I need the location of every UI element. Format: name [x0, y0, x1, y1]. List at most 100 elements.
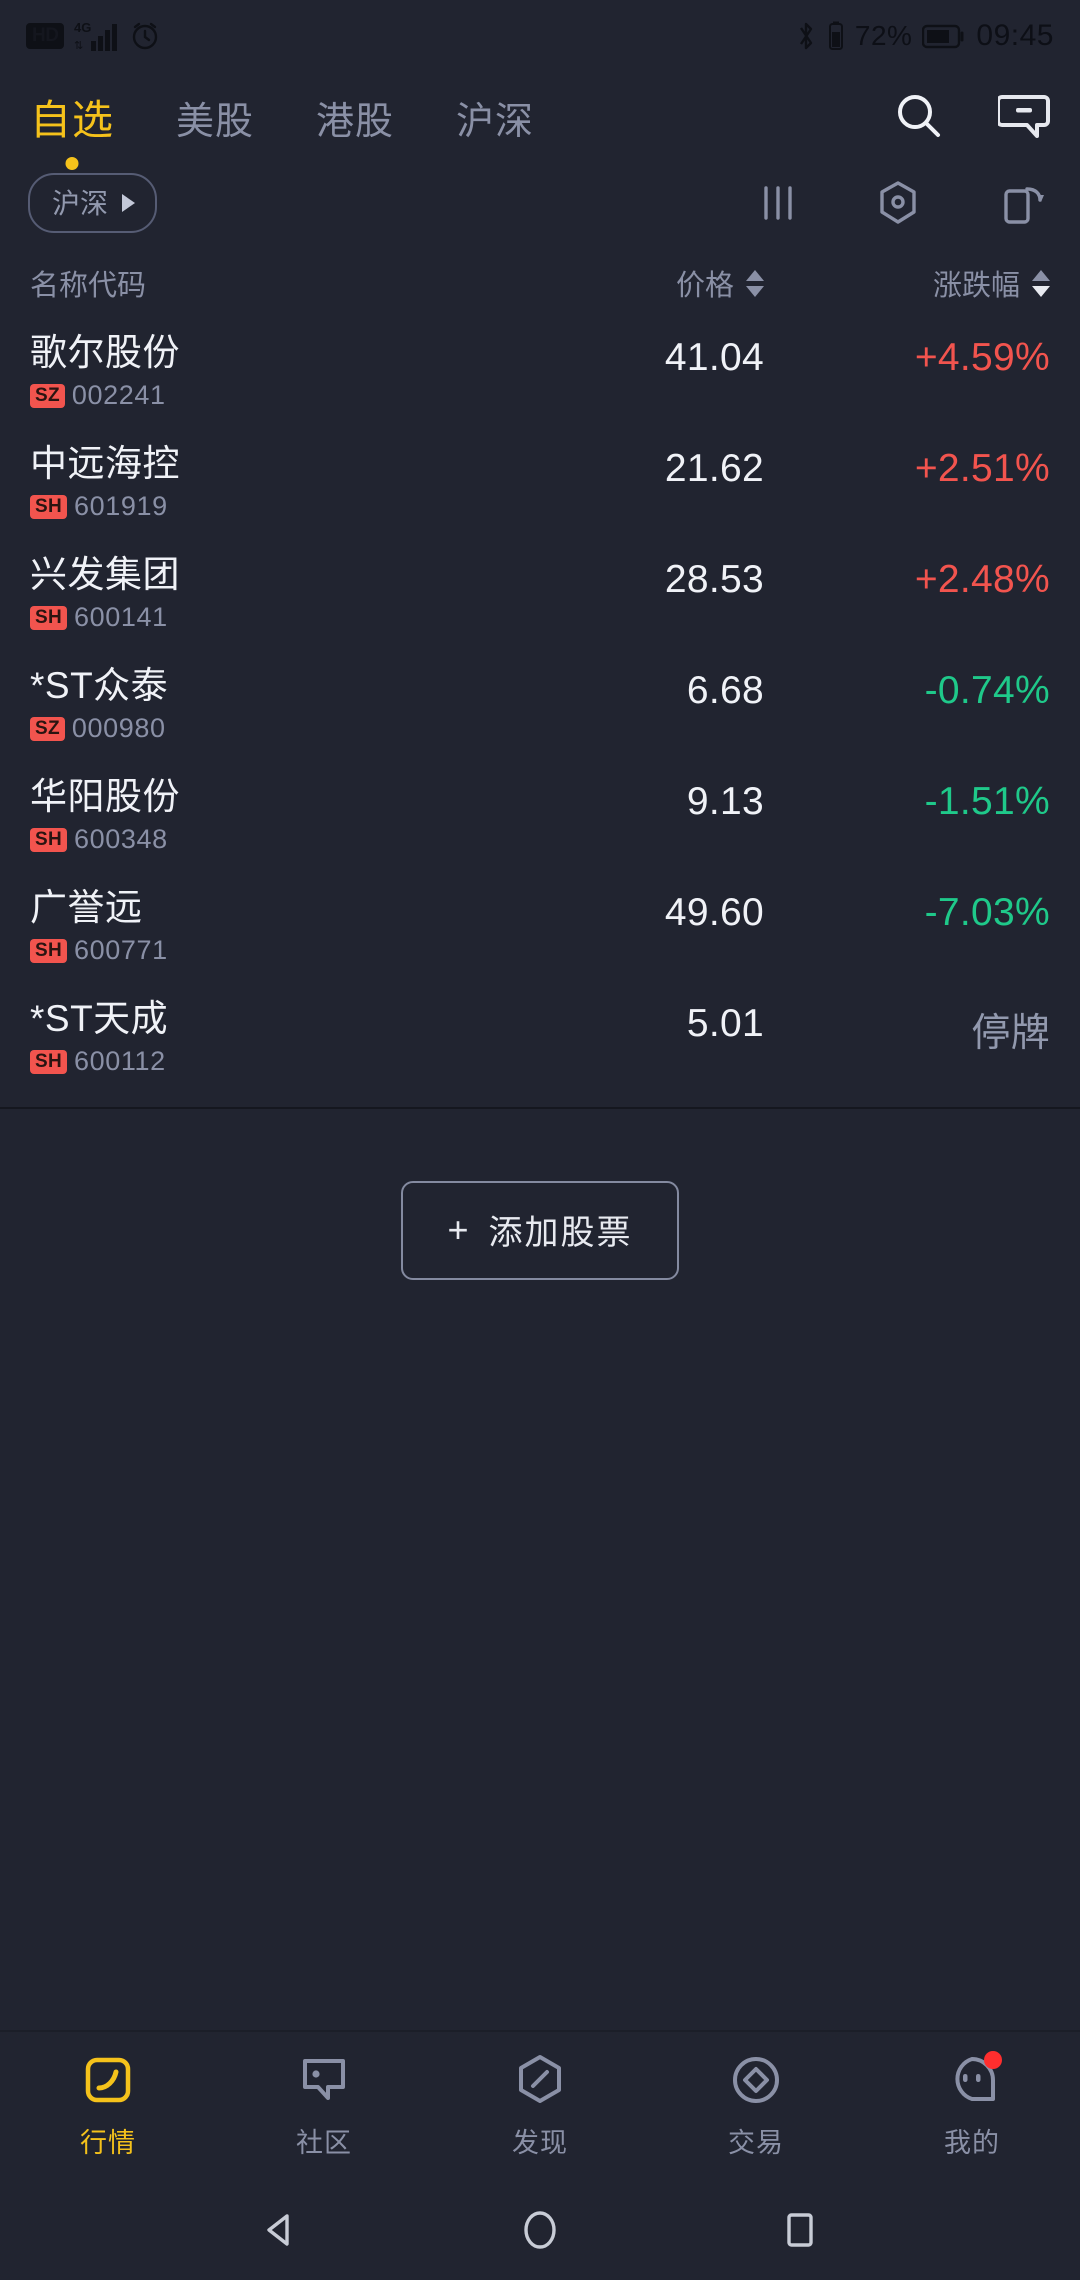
stock-name: 广誉远	[30, 887, 143, 928]
message-icon[interactable]	[998, 91, 1050, 141]
exchange-badge: SZ	[30, 383, 65, 408]
stock-code-row: SH 600348	[30, 824, 474, 855]
stock-row[interactable]: 歌尔股份 SZ 002241 41.04 +4.59%	[0, 320, 1080, 431]
rotate-screen-icon[interactable]	[1000, 180, 1044, 226]
stock-price: 5.01	[686, 1002, 764, 1045]
nav-item-trade[interactable]: 交易	[648, 2053, 864, 2160]
quotes-icon	[83, 2053, 133, 2107]
nav-item-community[interactable]: 社区	[216, 2053, 432, 2160]
nav-label-trade: 交易	[728, 2127, 784, 2158]
community-icon	[298, 2053, 350, 2107]
battery-percent-label: 72%	[854, 20, 913, 51]
stock-name: 歌尔股份	[30, 332, 180, 373]
play-triangle-icon	[122, 194, 136, 212]
stock-row[interactable]: *ST天成 SH 600112 5.01 停牌	[0, 986, 1080, 1097]
search-icon[interactable]	[894, 91, 944, 141]
stock-row[interactable]: 广誉远 SH 600771 49.60 -7.03%	[0, 875, 1080, 986]
discover-icon	[514, 2053, 566, 2107]
stock-price: 21.62	[664, 447, 764, 490]
status-bar-right: 72% 09:45	[795, 19, 1054, 53]
home-circle-icon[interactable]	[516, 2206, 564, 2254]
battery-small-icon	[828, 21, 843, 50]
nav-item-quotes[interactable]: 行情	[0, 2053, 216, 2160]
stock-change: +4.59%	[914, 336, 1050, 379]
battery-icon	[922, 24, 964, 49]
stock-identity: 广誉远 SH 600771	[30, 889, 474, 966]
add-stock-button[interactable]: + 添加股票	[401, 1181, 679, 1280]
stock-change: 停牌	[971, 1012, 1050, 1055]
stock-code: 600141	[74, 602, 168, 632]
stock-identity: 华阳股份 SH 600348	[30, 778, 474, 855]
hd-icon: HD	[26, 23, 65, 49]
stock-name: 中远海控	[30, 443, 180, 484]
table-header: 名称代码 价格 涨跌幅	[0, 246, 1080, 320]
stock-code-row: SZ 000980	[30, 713, 474, 744]
exchange-badge: SH	[30, 938, 67, 963]
stock-code: 600348	[74, 824, 168, 854]
stock-change: -7.03%	[924, 891, 1050, 934]
nav-item-discover[interactable]: 发现	[432, 2053, 648, 2160]
tab-watchlist[interactable]: 自选	[30, 86, 114, 170]
nav-item-profile[interactable]: 我的	[864, 2050, 1080, 2160]
alarm-icon	[133, 22, 158, 50]
sort-desc-arrow-icon	[1032, 285, 1050, 297]
stock-price: 9.13	[686, 780, 764, 823]
stock-name: 兴发集团	[30, 554, 180, 595]
stock-row[interactable]: *ST众泰 SZ 000980 6.68 -0.74%	[0, 653, 1080, 764]
stock-price: 6.68	[686, 669, 764, 712]
add-stock-label: 添加股票	[488, 1214, 633, 1252]
nav-label-quotes: 行情	[80, 2127, 136, 2158]
stock-code: 000980	[71, 713, 166, 743]
exchange-badge: SZ	[30, 716, 65, 741]
nav-label-discover: 发现	[512, 2127, 568, 2158]
stock-code-row: SH 600112	[30, 1046, 474, 1077]
recents-square-icon[interactable]	[776, 2206, 824, 2254]
stock-name: *ST天成	[30, 998, 169, 1039]
svg-text:4G: 4G	[74, 20, 91, 35]
market-filter-chip[interactable]: 沪深	[28, 173, 158, 233]
profile-icon	[946, 2050, 1002, 2107]
stock-code-row: SH 601919	[30, 491, 474, 522]
hexagon-target-icon[interactable]	[876, 180, 920, 226]
stock-row[interactable]: 华阳股份 SH 600348 9.13 -1.51%	[0, 764, 1080, 875]
sort-asc-arrow-icon	[746, 269, 764, 281]
stock-identity: *ST天成 SH 600112	[30, 1000, 474, 1077]
tab-hk-stocks[interactable]: 港股	[316, 90, 394, 145]
price-sort-icon[interactable]	[746, 269, 764, 297]
stock-price: 41.04	[664, 336, 764, 379]
stock-code-row: SH 600141	[30, 602, 474, 633]
column-header-change-label: 涨跌幅	[932, 270, 1020, 302]
active-tab-dot	[65, 157, 79, 170]
filter-bar: 沪深	[0, 160, 1080, 246]
exchange-badge: SH	[30, 605, 67, 630]
column-header-price[interactable]: 价格	[474, 262, 764, 304]
system-navigation-bar	[0, 2180, 1080, 2280]
stock-change: +2.48%	[914, 558, 1050, 601]
top-actions	[894, 91, 1054, 141]
back-triangle-icon[interactable]	[256, 2206, 304, 2254]
exchange-badge: SH	[30, 494, 67, 519]
stock-code: 600112	[74, 1046, 166, 1076]
stock-row[interactable]: 兴发集团 SH 600141 28.53 +2.48%	[0, 542, 1080, 653]
nav-label-profile: 我的	[944, 2127, 1000, 2158]
stock-code: 002241	[71, 380, 166, 410]
change-sort-icon[interactable]	[1032, 269, 1050, 297]
tab-us-stocks[interactable]: 美股	[176, 90, 254, 145]
exchange-badge: SH	[30, 827, 67, 852]
trade-icon	[730, 2053, 782, 2107]
clock-label: 09:45	[976, 19, 1054, 52]
add-stock-section: + 添加股票	[0, 1109, 1080, 1280]
stock-row[interactable]: 中远海控 SH 601919 21.62 +2.51%	[0, 431, 1080, 542]
stock-code-row: SZ 002241	[30, 380, 474, 411]
stock-identity: 歌尔股份 SZ 002241	[30, 334, 474, 411]
stock-change: -1.51%	[924, 780, 1050, 823]
bluetooth-icon	[799, 22, 813, 50]
market-tabs: 自选 美股 港股 沪深	[30, 86, 894, 170]
stock-identity: 兴发集团 SH 600141	[30, 556, 474, 633]
status-bar: HD 4G ⇅ 72% 09:45	[0, 0, 1080, 72]
stock-list: 歌尔股份 SZ 002241 41.04 +4.59% 中远海控 SH 601919 21.62…	[0, 320, 1080, 1097]
tab-cn-stocks[interactable]: 沪深	[456, 90, 534, 145]
column-header-price-label: 价格	[675, 270, 734, 302]
column-header-change[interactable]: 涨跌幅	[764, 262, 1054, 304]
columns-icon[interactable]	[760, 183, 796, 223]
